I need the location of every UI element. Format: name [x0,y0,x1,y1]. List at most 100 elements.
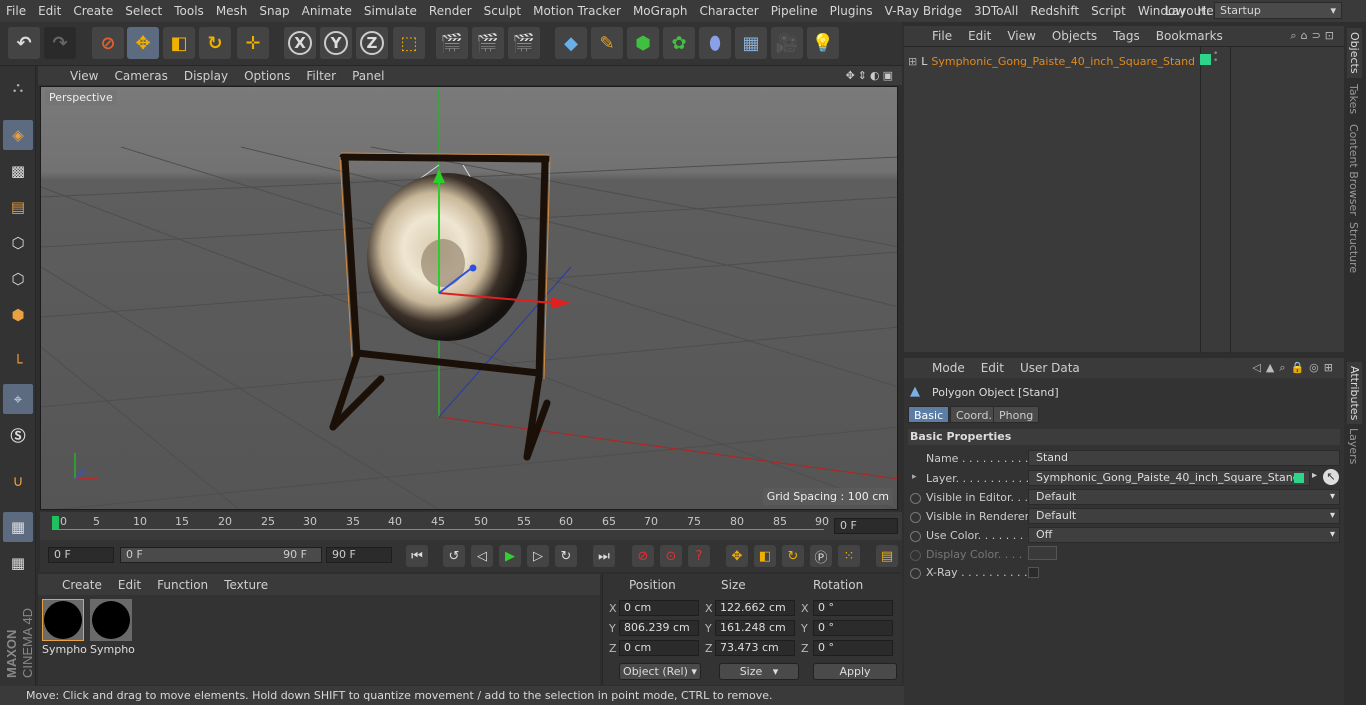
animate-radio[interactable] [910,550,921,561]
make-editable-button[interactable]: ⛬ [3,72,33,102]
menu-script[interactable]: Script [1085,4,1132,18]
scale-tool-button[interactable]: ◧ [163,27,195,59]
autokey-button[interactable]: ⊙ [660,545,682,567]
object-menu-file[interactable]: File [924,29,960,43]
next-frame-button[interactable]: ▷ [527,545,549,567]
layer-arrow-icon[interactable]: ▸ [1312,470,1317,481]
add-generator-button[interactable]: ⬢ [627,27,659,59]
apply-button[interactable]: Apply [813,663,897,680]
key-scale-button[interactable]: ◧ [754,545,776,567]
menu-render[interactable]: Render [423,4,478,18]
redo-button[interactable]: ↷ [44,27,76,59]
menu-plugins[interactable]: Plugins [824,4,879,18]
current-frame-field[interactable]: 0 F [834,518,898,534]
animate-radio[interactable] [910,531,921,542]
rotation-b-field[interactable]: 0 ° [813,640,893,656]
live-selection-button[interactable]: ⊘ [92,27,124,59]
material-menu-create[interactable]: Create [54,578,110,592]
menu-sculpt[interactable]: Sculpt [478,4,527,18]
key-parameter-button[interactable]: Ⓟ [810,545,832,567]
go-to-end-button[interactable]: ⏭ [593,545,615,567]
menu-pipeline[interactable]: Pipeline [765,4,824,18]
object-menu-objects[interactable]: Objects [1044,29,1105,43]
render-settings-button[interactable]: 🎬 [508,27,540,59]
size-y-field[interactable]: 161.248 cm [715,620,795,636]
side-tab-layers[interactable]: Layers [1347,428,1360,464]
key-rotation-button[interactable]: ↻ [782,545,804,567]
record-keys-button[interactable]: ⊘ [632,545,654,567]
menu-edit[interactable]: Edit [32,4,67,18]
menu-mograph[interactable]: MoGraph [627,4,694,18]
object-menu-edit[interactable]: Edit [960,29,999,43]
animate-radio[interactable] [910,512,921,523]
use-color-dropdown[interactable]: Off [1028,527,1340,543]
edges-mode-button[interactable]: ⬡ [3,264,33,294]
add-spline-button[interactable]: ✎ [591,27,623,59]
viewport-menu-display[interactable]: Display [176,69,236,83]
key-position-button[interactable]: ✥ [726,545,748,567]
menu-snap[interactable]: Snap [253,4,295,18]
menu-3dtoall[interactable]: 3DToAll [968,4,1024,18]
attributes-menu-user-data[interactable]: User Data [1012,361,1088,375]
visible-in-renderer-dropdown[interactable]: Default [1028,508,1340,524]
attributes-menu-mode[interactable]: Mode [924,361,973,375]
tweak-mode-button[interactable]: ⌖ [3,384,33,414]
menu-motion-tracker[interactable]: Motion Tracker [527,4,627,18]
viewport-menu-view[interactable]: View [62,69,106,83]
start-frame-field[interactable]: 0 F [48,547,114,563]
playhead[interactable] [52,516,59,529]
material-menu-edit[interactable]: Edit [110,578,149,592]
model-mode-button[interactable]: ◈ [3,120,33,150]
tab-coord[interactable]: Coord. [950,406,998,423]
side-tab-attributes[interactable]: Attributes [1347,362,1362,425]
workplane-mode-button[interactable]: ▤ [3,192,33,222]
points-mode-button[interactable]: ⬡ [3,228,33,258]
position-x-field[interactable]: 0 cm [619,600,699,616]
coordinate-mode-dropdown[interactable]: Object (Rel) ▾ [619,663,701,680]
layer-pick-icon[interactable]: ↖ [1323,469,1339,485]
move-tool-button[interactable]: ✥ [127,27,159,59]
position-y-field[interactable]: 806.239 cm [619,620,699,636]
add-camera-button[interactable]: 🎥 [771,27,803,59]
axis-mode-button[interactable]: └ [3,348,33,378]
workplane-lock-button[interactable]: ▦ [3,512,33,542]
size-mode-dropdown[interactable]: Size ▾ [719,663,799,680]
viewport-menu-cameras[interactable]: Cameras [106,69,175,83]
menu-create[interactable]: Create [67,4,119,18]
menu-select[interactable]: Select [119,4,168,18]
tab-basic[interactable]: Basic [908,406,950,423]
menu-file[interactable]: File [0,4,32,18]
add-environment-button[interactable]: ▦ [735,27,767,59]
add-light-button[interactable]: 💡 [807,27,839,59]
menu-animate[interactable]: Animate [296,4,358,18]
keyframe-selection-button[interactable]: ? [688,545,710,567]
x-axis-lock-button[interactable]: X [284,27,316,59]
size-x-field[interactable]: 122.662 cm [715,600,795,616]
expand-plus-icon[interactable]: ⊞ [908,55,917,68]
menu-tools[interactable]: Tools [168,4,210,18]
animate-radio[interactable] [910,568,921,579]
3d-viewport[interactable]: Perspective Grid Spacing : 100 cm [40,86,898,510]
render-view-button[interactable]: 🎬 [436,27,468,59]
attributes-menu-edit[interactable]: Edit [973,361,1012,375]
menu-simulate[interactable]: Simulate [358,4,423,18]
z-axis-lock-button[interactable]: Z [356,27,388,59]
rotation-p-field[interactable]: 0 ° [813,620,893,636]
object-menu-view[interactable]: View [999,29,1043,43]
play-button[interactable]: ▶ [499,545,521,567]
polygons-mode-button[interactable]: ⬢ [3,300,33,330]
coordinate-system-button[interactable]: ⬚ [393,27,425,59]
frame-range-slider[interactable]: 0 F 90 F [120,547,322,563]
grid-snap-button[interactable]: ▦ [3,548,33,578]
tab-phong[interactable]: Phong [993,406,1040,423]
next-key-button[interactable]: ↻ [555,545,577,567]
layer-color-swatch[interactable] [1200,54,1211,65]
transform-tool-button[interactable]: ✛ [237,27,269,59]
go-to-start-button[interactable]: ⏮ [406,545,428,567]
animate-radio[interactable] [910,493,921,504]
object-name[interactable]: Symphonic_Gong_Paiste_40_inch_Square_Sta… [931,55,1195,68]
expand-arrow-icon[interactable]: ▸ [912,472,917,482]
viewport-menu-filter[interactable]: Filter [298,69,344,83]
side-tab-objects[interactable]: Objects [1347,28,1362,78]
camera-label[interactable]: Perspective [45,90,117,105]
